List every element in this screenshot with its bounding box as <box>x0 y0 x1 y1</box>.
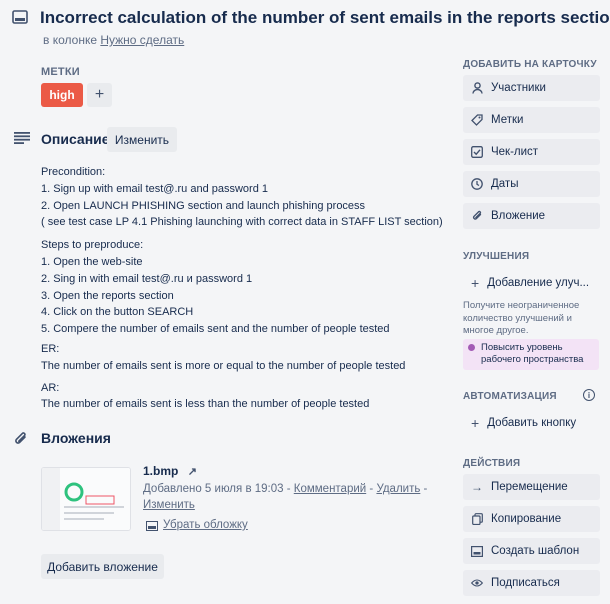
remove-cover-link[interactable]: Убрать обложку <box>163 519 248 531</box>
copy-icon <box>471 513 483 525</box>
description-body[interactable]: Precondition: 1. Sign up with email test… <box>41 164 451 413</box>
description-icon <box>14 132 30 144</box>
plus-icon: + <box>471 275 480 291</box>
improvements-heading: УЛУЧШЕНИЯ <box>463 251 530 262</box>
thumbnail-preview <box>42 468 130 530</box>
automation-heading: АВТОМАТИЗАЦИЯ <box>463 391 557 402</box>
label-high[interactable]: high <box>41 83 83 107</box>
labels-button[interactable]: Метки <box>463 107 600 133</box>
tag-icon <box>471 114 483 126</box>
checklist-icon <box>471 146 483 158</box>
attachment-thumbnail[interactable] <box>41 467 131 531</box>
plus-icon: + <box>471 415 480 431</box>
paperclip-icon <box>471 210 483 222</box>
column-info: в колонке Нужно сделать <box>43 33 185 47</box>
actions-heading: ДЕЙСТВИЯ <box>463 458 521 469</box>
template-icon <box>471 545 483 557</box>
delete-link[interactable]: Удалить <box>376 483 420 495</box>
cover-icon <box>146 521 158 531</box>
upgrade-icon <box>468 344 475 351</box>
card-icon <box>12 10 28 24</box>
add-to-card-heading: ДОБАВИТЬ НА КАРТОЧКУ <box>463 59 597 70</box>
clock-icon <box>471 178 483 190</box>
attachment-name[interactable]: 1.bmp ↗ <box>143 464 197 478</box>
attachment-meta: Добавлено 5 июля в 19:03 - Комментарий -… <box>143 483 428 511</box>
move-button[interactable]: → Перемещение <box>463 474 600 500</box>
upsell-text: Получите неограниченное количество улучш… <box>463 300 580 336</box>
edit-description-button[interactable]: Изменить <box>107 127 177 152</box>
edit-attachment-link[interactable]: Изменить <box>143 499 195 511</box>
checklist-button[interactable]: Чек-лист <box>463 139 600 165</box>
description-heading: Описание <box>41 131 110 147</box>
add-attachment-button[interactable]: Добавить вложение <box>41 554 164 579</box>
paperclip-icon <box>15 432 26 444</box>
copy-button[interactable]: Копирование <box>463 506 600 532</box>
column-link[interactable]: Нужно сделать <box>100 33 184 47</box>
add-label-button[interactable]: + <box>87 83 112 107</box>
members-button[interactable]: Участники <box>463 75 600 101</box>
arrow-right-icon: → <box>471 480 483 494</box>
add-improvement-button[interactable]: + Добавление улуч... <box>463 271 600 295</box>
user-icon <box>471 82 483 94</box>
watch-button[interactable]: Подписаться <box>463 570 600 596</box>
labels-heading: МЕТКИ <box>41 66 80 78</box>
upgrade-workspace-button[interactable]: Повысить уровень рабочего пространства <box>463 339 599 370</box>
attachment-button[interactable]: Вложение <box>463 203 600 229</box>
external-link-icon[interactable]: ↗ <box>188 466 197 478</box>
info-icon[interactable]: i <box>583 389 595 401</box>
attachments-heading: Вложения <box>41 430 111 446</box>
make-template-button[interactable]: Создать шаблон <box>463 538 600 564</box>
add-button-button[interactable]: + Добавить кнопку <box>463 411 600 435</box>
card-title[interactable]: Incorrect calculation of the number of s… <box>40 8 610 28</box>
dates-button[interactable]: Даты <box>463 171 600 197</box>
comment-link[interactable]: Комментарий <box>294 483 366 495</box>
eye-icon <box>471 577 483 589</box>
